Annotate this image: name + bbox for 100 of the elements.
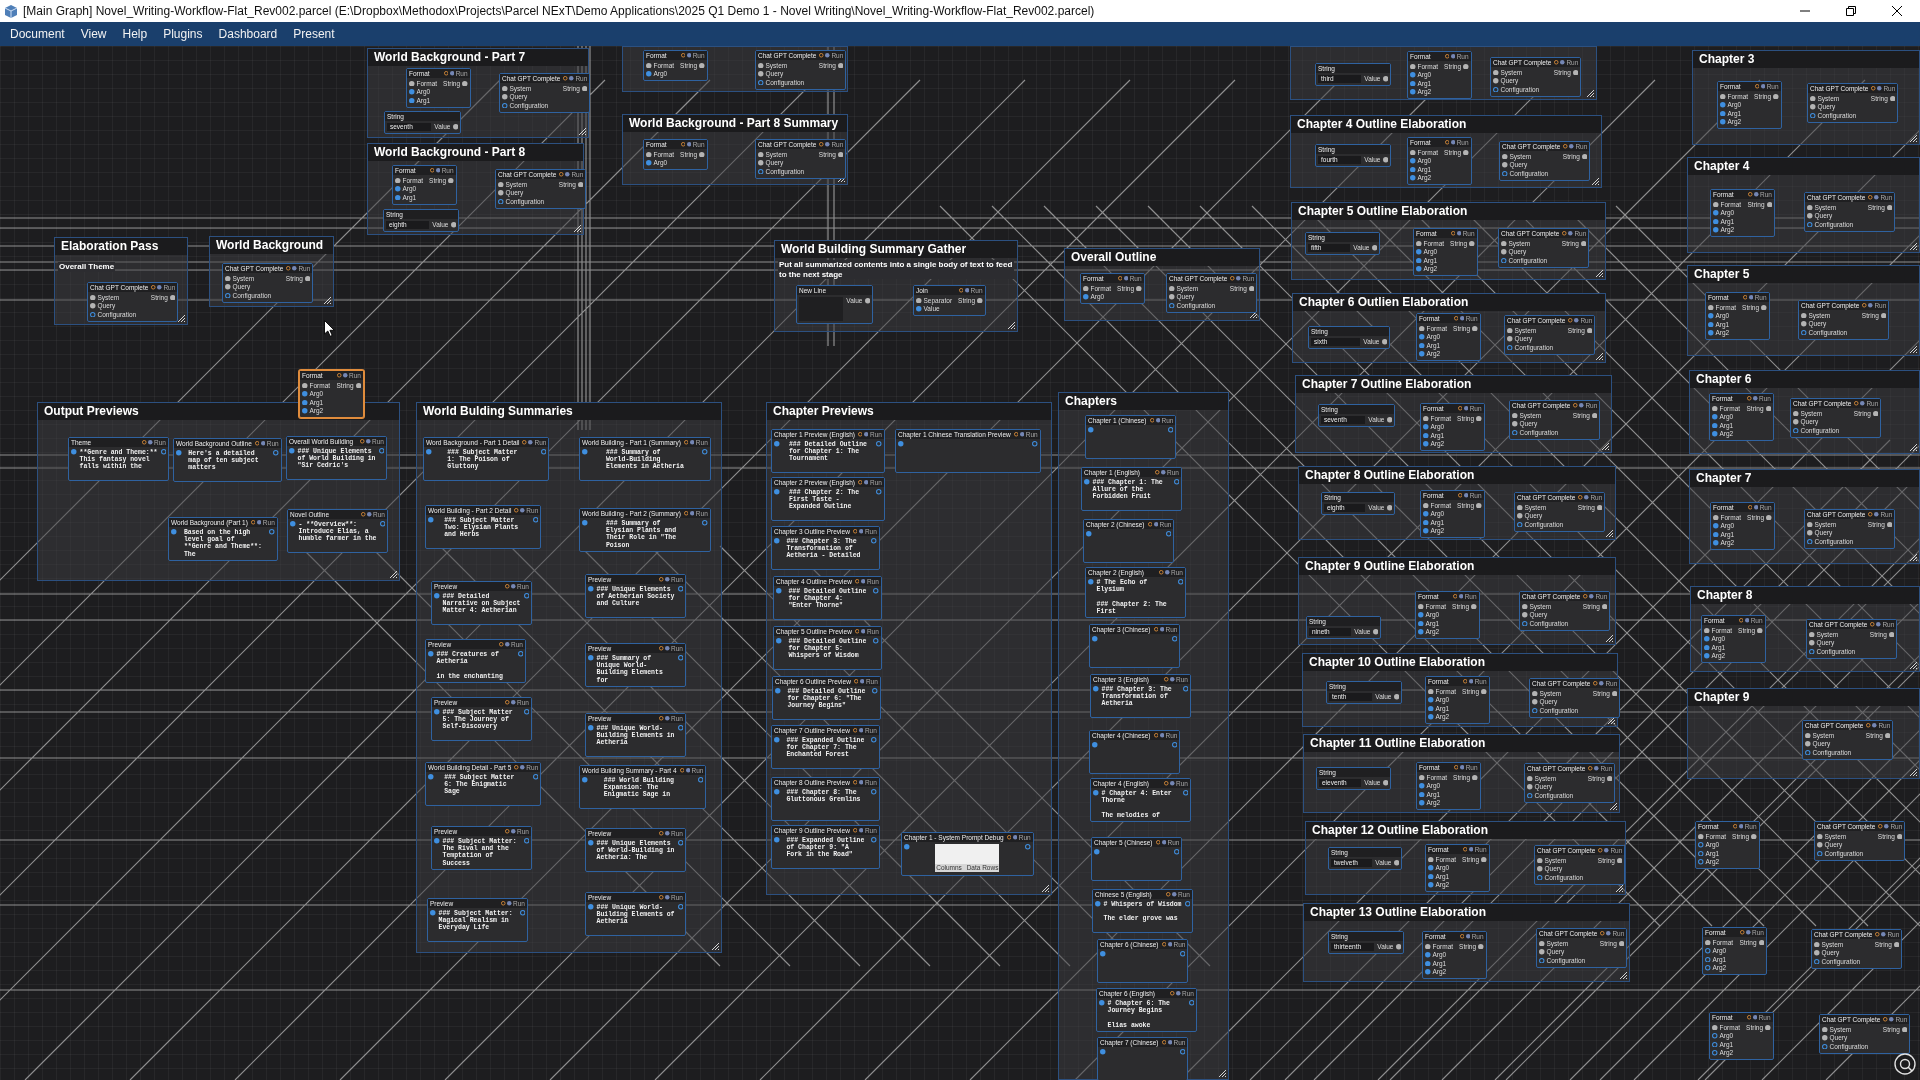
- port-dot-icon[interactable]: [1419, 351, 1425, 357]
- port-dot-icon[interactable]: [1418, 629, 1424, 635]
- port-dot-icon[interactable]: [1481, 856, 1487, 862]
- port-dot-icon[interactable]: [1410, 89, 1416, 95]
- port-dot-icon[interactable]: [1093, 686, 1099, 692]
- port-dot-icon[interactable]: [1463, 63, 1469, 69]
- port-dot-icon[interactable]: [1889, 95, 1896, 101]
- port-ring-icon[interactable]: [1807, 538, 1813, 544]
- port-dot-icon[interactable]: [1386, 417, 1392, 423]
- port-dot-icon[interactable]: [1248, 285, 1255, 291]
- resize-handle-icon[interactable]: [1616, 885, 1623, 892]
- port-dot-icon[interactable]: [582, 449, 588, 455]
- port-dot-icon[interactable]: [1371, 245, 1377, 251]
- port-dot-icon[interactable]: [71, 449, 77, 455]
- port-ring-icon[interactable]: [1712, 1033, 1718, 1039]
- port-dot-icon[interactable]: [1758, 939, 1764, 945]
- port-dot-icon[interactable]: [1712, 405, 1718, 411]
- port-dot-icon[interactable]: [355, 382, 361, 388]
- port-dot-icon[interactable]: [1704, 653, 1710, 659]
- port-ring-icon[interactable]: [677, 904, 683, 910]
- port-dot-icon[interactable]: [1810, 95, 1816, 101]
- port-ring-icon[interactable]: [697, 777, 704, 783]
- port-dot-icon[interactable]: [1888, 631, 1895, 637]
- port-dot-icon[interactable]: [1423, 502, 1429, 508]
- port-dot-icon[interactable]: [1423, 441, 1429, 447]
- port-dot-icon[interactable]: [1814, 950, 1820, 956]
- port-dot-icon[interactable]: [1704, 636, 1710, 642]
- port-ring-icon[interactable]: [1532, 707, 1538, 713]
- port-ring-icon[interactable]: [871, 837, 877, 843]
- resize-handle-icon[interactable]: [1610, 803, 1617, 810]
- menu-item[interactable]: Dashboard: [210, 22, 286, 46]
- port-dot-icon[interactable]: [302, 399, 308, 405]
- port-dot-icon[interactable]: [1901, 1026, 1908, 1032]
- port-ring-icon[interactable]: [1171, 636, 1178, 642]
- port-dot-icon[interactable]: [1611, 690, 1618, 696]
- port-dot-icon[interactable]: [409, 89, 415, 95]
- port-dot-icon[interactable]: [1410, 158, 1416, 164]
- port-dot-icon[interactable]: [1502, 153, 1508, 159]
- port-ring-icon[interactable]: [517, 651, 523, 657]
- port-dot-icon[interactable]: [1616, 857, 1623, 863]
- resize-handle-icon[interactable]: [574, 225, 581, 232]
- port-dot-icon[interactable]: [225, 275, 231, 281]
- port-dot-icon[interactable]: [758, 62, 764, 68]
- port-ring-icon[interactable]: [225, 292, 231, 298]
- port-dot-icon[interactable]: [1093, 790, 1099, 796]
- port-ring-icon[interactable]: [1512, 429, 1518, 435]
- port-dot-icon[interactable]: [1502, 162, 1508, 168]
- port-dot-icon[interactable]: [1095, 901, 1101, 907]
- port-dot-icon[interactable]: [1713, 523, 1719, 529]
- port-dot-icon[interactable]: [774, 737, 780, 743]
- port-ring-icon[interactable]: [523, 593, 529, 599]
- port-dot-icon[interactable]: [1416, 266, 1422, 272]
- port-dot-icon[interactable]: [1761, 304, 1767, 310]
- port-dot-icon[interactable]: [1809, 640, 1815, 646]
- port-dot-icon[interactable]: [904, 844, 910, 850]
- port-dot-icon[interactable]: [1423, 415, 1429, 421]
- port-dot-icon[interactable]: [1410, 149, 1416, 155]
- port-dot-icon[interactable]: [776, 638, 782, 644]
- port-dot-icon[interactable]: [395, 186, 401, 192]
- port-dot-icon[interactable]: [1572, 69, 1579, 75]
- port-ring-icon[interactable]: [871, 789, 877, 795]
- port-dot-icon[interactable]: [1136, 285, 1142, 291]
- port-ring-icon[interactable]: [1817, 850, 1823, 856]
- port-dot-icon[interactable]: [1708, 330, 1714, 336]
- port-dot-icon[interactable]: [1705, 939, 1711, 945]
- port-dot-icon[interactable]: [1100, 1049, 1106, 1055]
- port-ring-icon[interactable]: [1188, 1000, 1194, 1006]
- port-dot-icon[interactable]: [1425, 952, 1431, 958]
- port-dot-icon[interactable]: [1708, 321, 1714, 327]
- port-dot-icon[interactable]: [395, 194, 401, 200]
- port-dot-icon[interactable]: [776, 588, 782, 594]
- port-dot-icon[interactable]: [1720, 110, 1726, 116]
- port-dot-icon[interactable]: [498, 181, 504, 187]
- port-ring-icon[interactable]: [1522, 620, 1528, 626]
- port-dot-icon[interactable]: [1896, 833, 1903, 839]
- port-dot-icon[interactable]: [1527, 784, 1533, 790]
- port-dot-icon[interactable]: [1596, 504, 1603, 510]
- port-dot-icon[interactable]: [1428, 856, 1434, 862]
- port-ring-icon[interactable]: [871, 538, 877, 544]
- resize-handle-icon[interactable]: [1606, 635, 1613, 642]
- port-dot-icon[interactable]: [699, 62, 705, 68]
- port-dot-icon[interactable]: [1086, 531, 1092, 537]
- port-dot-icon[interactable]: [1522, 612, 1528, 618]
- port-dot-icon[interactable]: [502, 94, 508, 100]
- port-ring-icon[interactable]: [1698, 859, 1704, 865]
- port-dot-icon[interactable]: [1586, 327, 1593, 333]
- port-dot-icon[interactable]: [1698, 833, 1704, 839]
- port-dot-icon[interactable]: [1713, 531, 1719, 537]
- menu-item[interactable]: View: [72, 22, 115, 46]
- port-ring-icon[interactable]: [90, 311, 96, 317]
- port-dot-icon[interactable]: [1428, 705, 1434, 711]
- port-dot-icon[interactable]: [434, 593, 440, 599]
- port-dot-icon[interactable]: [577, 181, 584, 187]
- port-dot-icon[interactable]: [916, 297, 922, 303]
- port-dot-icon[interactable]: [646, 160, 652, 166]
- port-dot-icon[interactable]: [1423, 528, 1429, 534]
- port-dot-icon[interactable]: [1419, 774, 1425, 780]
- port-dot-icon[interactable]: [1822, 1026, 1828, 1032]
- port-ring-icon[interactable]: [677, 725, 683, 731]
- port-dot-icon[interactable]: [1757, 627, 1763, 633]
